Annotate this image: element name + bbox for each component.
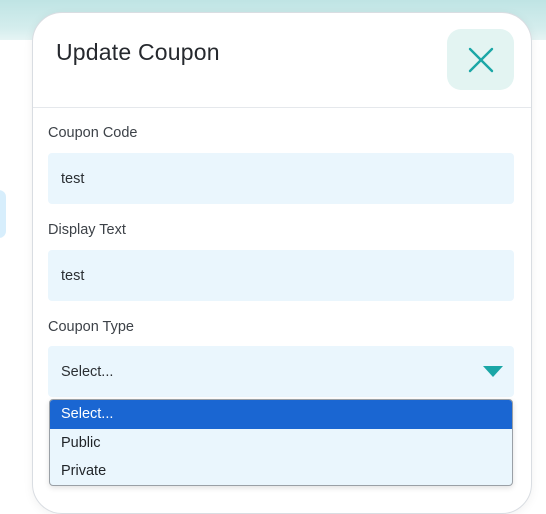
display-text-value: test (61, 267, 85, 284)
coupon-type-select[interactable]: Select... (48, 346, 514, 397)
option-select[interactable]: Select... (50, 400, 512, 429)
coupon-code-label: Coupon Code (48, 125, 138, 141)
close-button[interactable] (447, 29, 514, 90)
display-text-label: Display Text (48, 222, 126, 238)
option-public[interactable]: Public (50, 429, 512, 458)
backdrop-element (0, 190, 6, 238)
coupon-type-label: Coupon Type (48, 319, 134, 335)
coupon-type-selected-value: Select... (61, 363, 114, 380)
coupon-type-dropdown: Select... Public Private (49, 399, 513, 486)
caret-down-icon (483, 366, 503, 377)
display-text-input[interactable]: test (48, 250, 514, 301)
close-icon (468, 47, 493, 72)
modal-title: Update Coupon (56, 39, 220, 65)
modal-header: Update Coupon (33, 13, 531, 108)
coupon-code-value: test (61, 170, 85, 187)
option-private[interactable]: Private (50, 457, 512, 485)
coupon-code-input[interactable]: test (48, 153, 514, 204)
